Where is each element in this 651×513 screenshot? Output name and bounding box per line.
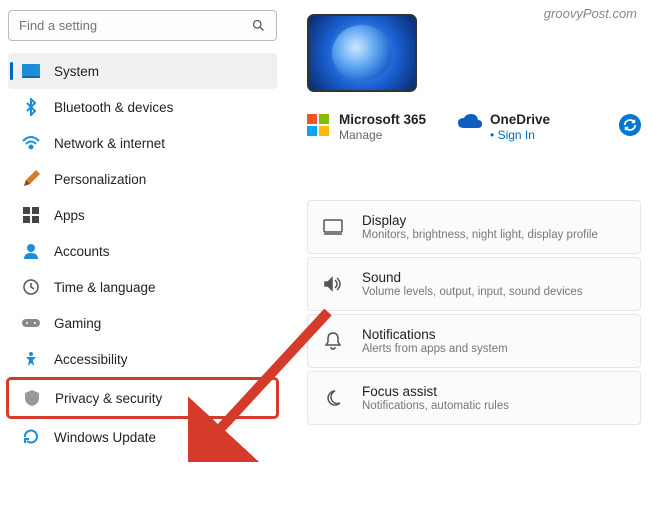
card-sub: Alerts from apps and system — [362, 343, 508, 355]
microsoft-icon — [307, 114, 329, 136]
nav-label: Gaming — [54, 316, 101, 331]
nav-item-gaming[interactable]: Gaming — [8, 305, 277, 341]
nav-label: Time & language — [54, 280, 156, 295]
nav-label: System — [54, 64, 99, 79]
person-icon — [22, 242, 40, 260]
main-panel: groovyPost.com Microsoft 365 Manage OneD… — [285, 0, 651, 513]
nav-label: Accounts — [54, 244, 110, 259]
card-sound[interactable]: Sound Volume levels, output, input, soun… — [307, 257, 641, 311]
nav-item-accessibility[interactable]: Accessibility — [8, 341, 277, 377]
card-sub: Volume levels, output, input, sound devi… — [362, 286, 583, 298]
bluetooth-icon — [22, 98, 40, 116]
onedrive-icon — [458, 114, 480, 136]
search-input-container[interactable] — [8, 10, 277, 41]
onedrive-block[interactable]: OneDrive Sign In — [458, 112, 550, 142]
watermark: groovyPost.com — [544, 6, 637, 21]
nav-label: Accessibility — [54, 352, 128, 367]
nav-label: Bluetooth & devices — [54, 100, 173, 115]
ms365-title: Microsoft 365 — [339, 112, 426, 127]
microsoft-365-block[interactable]: Microsoft 365 Manage — [307, 112, 426, 142]
sync-button[interactable] — [619, 114, 641, 136]
nav-item-time-language[interactable]: Time & language — [8, 269, 277, 305]
card-notifications[interactable]: Notifications Alerts from apps and syste… — [307, 314, 641, 368]
nav-label: Apps — [54, 208, 85, 223]
card-title: Focus assist — [362, 384, 509, 399]
nav-item-accounts[interactable]: Accounts — [8, 233, 277, 269]
moon-icon — [322, 387, 344, 409]
nav-item-personalization[interactable]: Personalization — [8, 161, 277, 197]
card-title: Notifications — [362, 327, 508, 342]
clock-icon — [22, 278, 40, 296]
wifi-icon — [22, 134, 40, 152]
settings-cards: Display Monitors, brightness, night ligh… — [307, 200, 641, 425]
nav-item-apps[interactable]: Apps — [8, 197, 277, 233]
account-row: Microsoft 365 Manage OneDrive Sign In — [307, 112, 641, 142]
card-sub: Notifications, automatic rules — [362, 400, 509, 412]
bell-icon — [322, 330, 344, 352]
search-input[interactable] — [19, 18, 251, 33]
accessibility-icon — [22, 350, 40, 368]
nav-list: System Bluetooth & devices Network & int… — [8, 53, 277, 455]
gamepad-icon — [22, 314, 40, 332]
display-icon — [322, 216, 344, 238]
nav-label: Windows Update — [54, 430, 156, 445]
onedrive-title: OneDrive — [490, 112, 550, 127]
nav-label: Network & internet — [54, 136, 165, 151]
card-display[interactable]: Display Monitors, brightness, night ligh… — [307, 200, 641, 254]
apps-icon — [22, 206, 40, 224]
ms365-sub: Manage — [339, 128, 426, 142]
nav-item-windows-update[interactable]: Windows Update — [8, 419, 277, 455]
search-icon — [251, 18, 266, 33]
card-title: Sound — [362, 270, 583, 285]
desktop-preview — [307, 14, 417, 92]
nav-item-network[interactable]: Network & internet — [8, 125, 277, 161]
nav-label: Personalization — [54, 172, 146, 187]
nav-item-privacy-security[interactable]: Privacy & security — [6, 377, 279, 419]
card-focus-assist[interactable]: Focus assist Notifications, automatic ru… — [307, 371, 641, 425]
sound-icon — [322, 273, 344, 295]
nav-item-system[interactable]: System — [8, 53, 277, 89]
nav-item-bluetooth[interactable]: Bluetooth & devices — [8, 89, 277, 125]
system-icon — [22, 62, 40, 80]
sidebar: System Bluetooth & devices Network & int… — [0, 0, 285, 513]
paintbrush-icon — [22, 170, 40, 188]
onedrive-signin-link[interactable]: Sign In — [490, 128, 550, 142]
card-title: Display — [362, 213, 598, 228]
nav-label: Privacy & security — [55, 391, 162, 406]
update-icon — [22, 428, 40, 446]
shield-icon — [23, 389, 41, 407]
card-sub: Monitors, brightness, night light, displ… — [362, 229, 598, 241]
